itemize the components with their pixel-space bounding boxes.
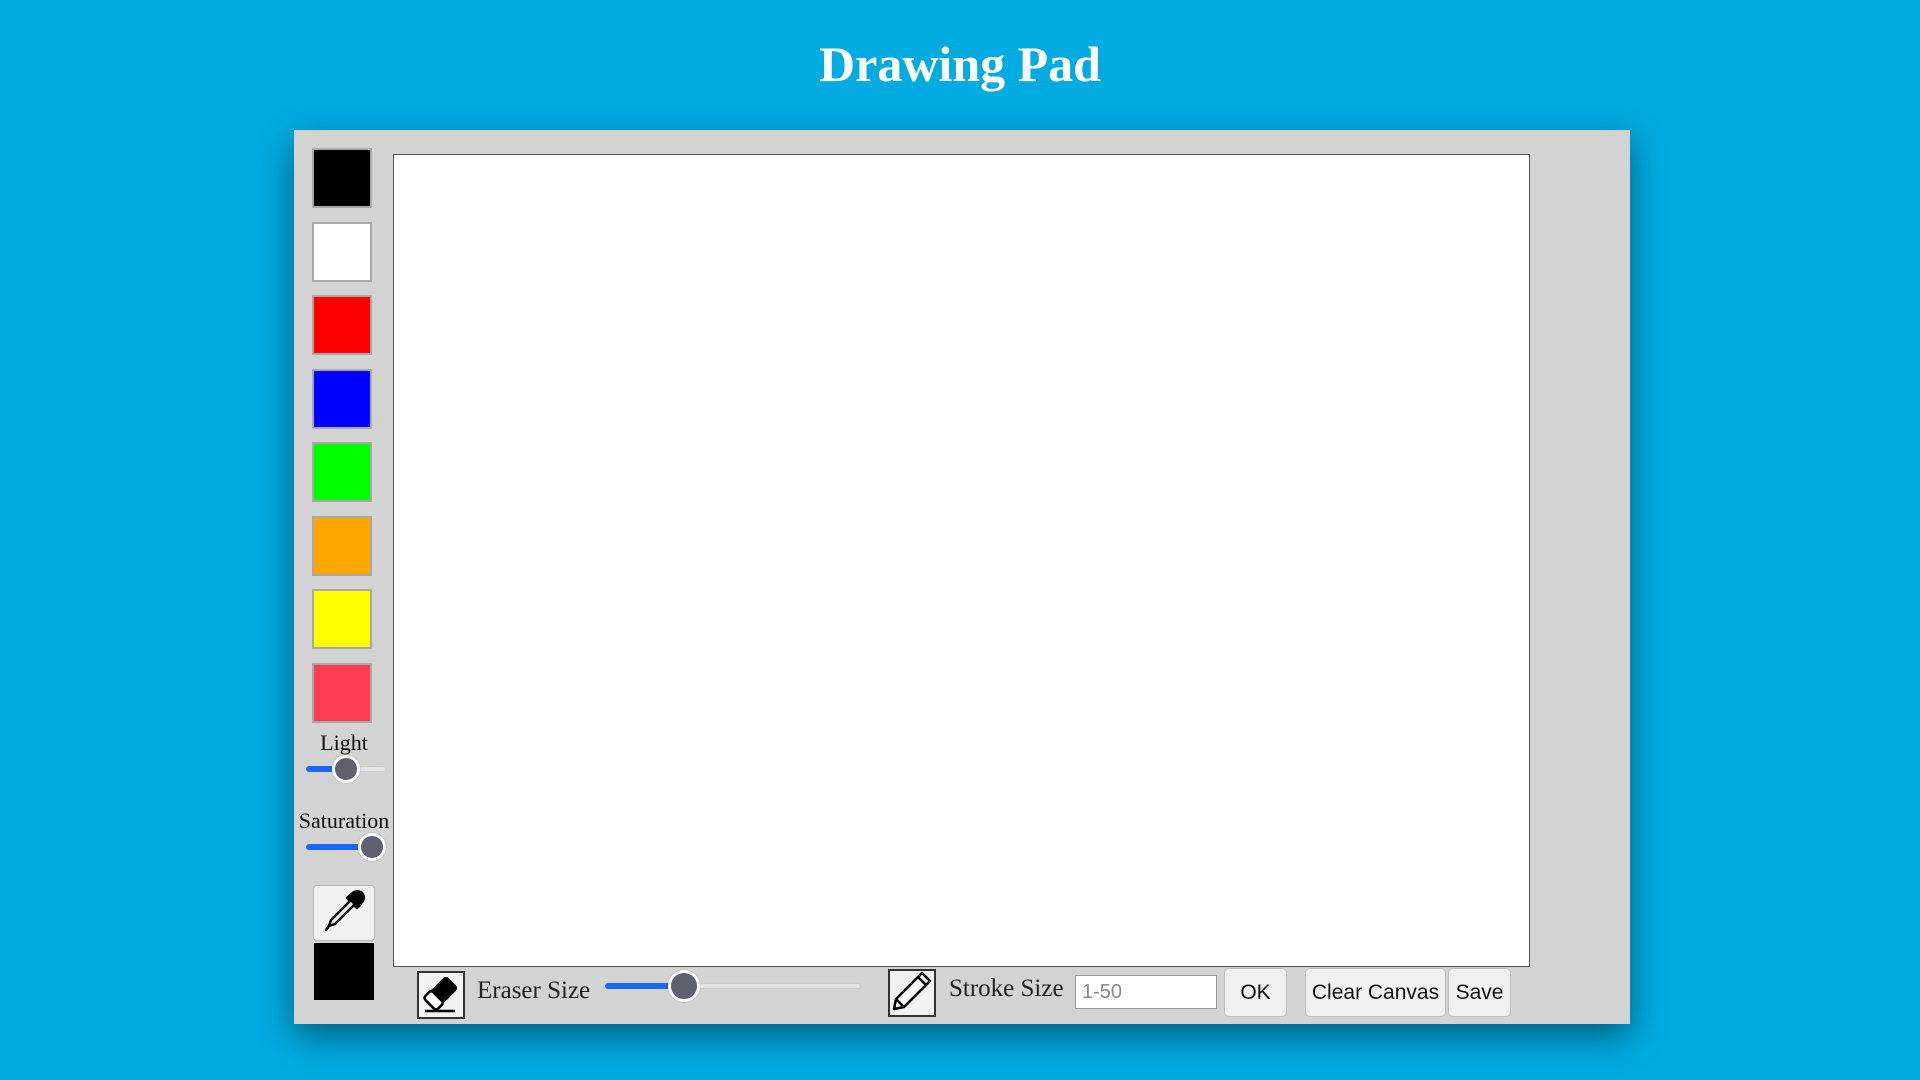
color-swatch-white[interactable] xyxy=(312,221,372,282)
light-slider-thumb[interactable] xyxy=(332,755,360,783)
pencil-icon xyxy=(890,969,934,1018)
saturation-slider-thumb[interactable] xyxy=(358,833,386,861)
stroke-size-input[interactable] xyxy=(1075,975,1217,1009)
drawing-canvas[interactable] xyxy=(393,154,1530,967)
color-swatch-green[interactable] xyxy=(312,442,372,502)
eraser-button[interactable] xyxy=(417,971,465,1019)
pencil-button[interactable] xyxy=(888,969,936,1017)
eraser-icon xyxy=(419,971,463,1020)
eyedropper-icon xyxy=(321,888,367,939)
color-swatch-black[interactable] xyxy=(312,148,372,208)
current-color-preview xyxy=(314,943,374,1000)
color-palette xyxy=(312,148,376,736)
clear-canvas-button[interactable]: Clear Canvas xyxy=(1305,968,1446,1017)
page-title: Drawing Pad xyxy=(819,36,1101,92)
light-slider[interactable] xyxy=(306,755,386,783)
color-swatch-yellow[interactable] xyxy=(312,589,372,649)
saturation-slider[interactable] xyxy=(306,833,386,861)
color-swatch-blue[interactable] xyxy=(312,368,372,429)
stroke-size-label: Stroke Size xyxy=(949,975,1064,1002)
color-swatch-crimson[interactable] xyxy=(312,662,372,723)
eraser-size-slider-thumb[interactable] xyxy=(667,970,700,1002)
ok-button[interactable]: OK xyxy=(1224,968,1287,1017)
drawing-pad: Light Saturation Eraser Size Stroke Size… xyxy=(294,130,1630,1024)
eyedropper-button[interactable] xyxy=(313,885,375,941)
eraser-size-slider[interactable] xyxy=(605,970,861,1002)
color-swatch-red[interactable] xyxy=(312,295,372,355)
saturation-label: Saturation xyxy=(298,808,390,833)
eraser-size-label: Eraser Size xyxy=(477,977,591,1004)
light-label: Light xyxy=(320,730,368,755)
save-button[interactable]: Save xyxy=(1448,968,1511,1017)
color-swatch-orange[interactable] xyxy=(312,515,372,576)
